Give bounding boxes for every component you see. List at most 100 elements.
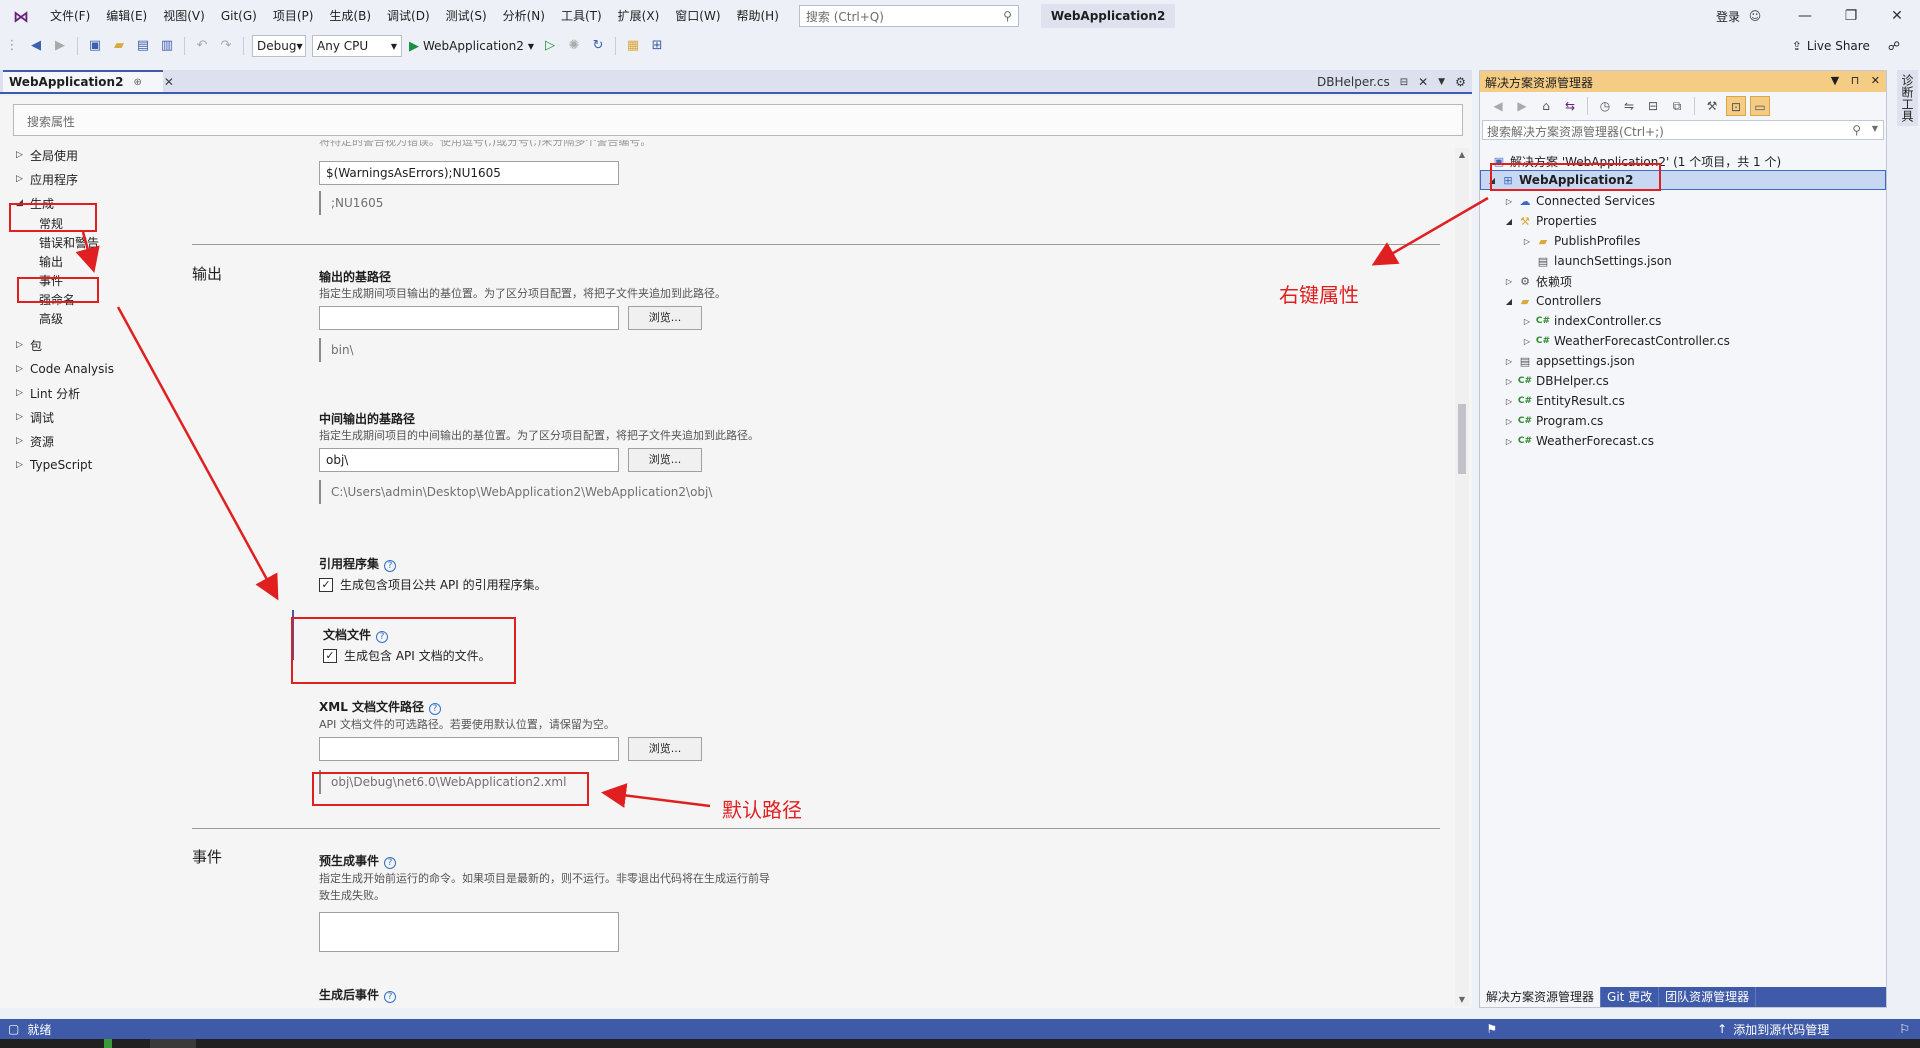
minimize-button[interactable]: — — [1782, 0, 1828, 32]
notification-bell-icon[interactable]: ⚐ — [1899, 1022, 1910, 1036]
redo-icon[interactable]: ↷ — [216, 36, 236, 56]
warnings-as-errors-input[interactable]: $(WarningsAsErrors);NU1605 — [319, 161, 619, 185]
save-all-icon[interactable]: ▥ — [157, 36, 177, 56]
menu-item[interactable]: Git(G) — [213, 0, 265, 32]
tree-item[interactable]: ◢ ⚒ Properties — [1480, 211, 1886, 231]
restore-button[interactable]: ❐ — [1828, 0, 1874, 32]
open-file-icon[interactable]: ▰ — [109, 36, 129, 56]
browse-button[interactable]: 浏览... — [628, 306, 702, 330]
tree-item[interactable]: ◢ ▰ Controllers — [1480, 291, 1886, 311]
platform-select[interactable]: Any CPU ▼ — [312, 35, 402, 57]
help-icon[interactable]: ? — [384, 991, 397, 1003]
menu-item[interactable]: 视图(V) — [155, 0, 213, 32]
menu-item[interactable]: 生成(B) — [321, 0, 379, 32]
menu-item[interactable]: 调试(D) — [379, 0, 438, 32]
xml-doc-path-input[interactable] — [319, 737, 619, 761]
properties-wrench-icon[interactable]: ⚒ — [1702, 96, 1722, 116]
menu-item[interactable]: 文件(F) — [42, 0, 98, 32]
sync-icon[interactable]: ⇋ — [1619, 96, 1639, 116]
navigate-forward-icon[interactable]: ▶ — [50, 36, 70, 56]
preview-selected-icon[interactable]: ▭ — [1750, 96, 1770, 116]
tree-item[interactable]: ▷ ▰ PublishProfiles — [1480, 231, 1886, 251]
close-window-button[interactable]: ✕ — [1874, 0, 1920, 32]
reference-assembly-checkbox-row[interactable]: ✓ 生成包含项目公共 API 的引用程序集。 — [319, 576, 547, 593]
nav-item-code-analysis[interactable]: ▷ Code Analysis — [16, 360, 114, 378]
intermediate-output-path-input[interactable]: obj\ — [319, 448, 619, 472]
live-share-button[interactable]: Live Share — [1807, 39, 1870, 53]
tab-webapplication2-properties[interactable]: WebApplication2 ⊕ ✕ — [3, 70, 174, 92]
start-without-debugging-icon[interactable]: ▷ — [540, 36, 560, 56]
tree-item[interactable]: ▷ C# indexController.cs — [1480, 311, 1886, 331]
menu-item[interactable]: 窗口(W) — [667, 0, 728, 32]
nav-subitem-advanced[interactable]: 高级 — [39, 310, 63, 328]
navigate-back-icon[interactable]: ◀ — [26, 36, 46, 56]
start-debugging-button[interactable]: ▶ WebApplication2 ▼ — [409, 39, 534, 54]
nav-subitem-errors-warnings[interactable]: 错误和警告 — [39, 234, 99, 252]
menu-item[interactable]: 编辑(E) — [98, 0, 155, 32]
nav-item-debug[interactable]: ▷ 调试 — [16, 408, 54, 426]
notifications-icon[interactable]: ⚑ — [1486, 1022, 1497, 1036]
home-icon[interactable]: ⌂ — [1536, 96, 1556, 116]
nav-subitem-output[interactable]: 输出 — [39, 253, 63, 271]
tree-item[interactable]: ▷ C# WeatherForecastController.cs — [1480, 331, 1886, 351]
browser-link-icon[interactable]: ▦ — [623, 36, 643, 56]
collapse-all-icon[interactable]: ⧉ — [1667, 96, 1687, 116]
properties-search-input[interactable]: 搜索属性 — [13, 104, 1463, 136]
tab-dropdown-icon[interactable]: ▼ — [1438, 77, 1445, 87]
menu-item[interactable]: 分析(N) — [495, 0, 553, 32]
pin-icon[interactable]: ⊓ — [1851, 74, 1860, 87]
tab-dbhelper-preview[interactable]: DBHelper.cs ⊟ ✕ ▼ ⚙ — [1312, 72, 1471, 92]
new-project-icon[interactable]: ▣ — [85, 36, 105, 56]
account-icon[interactable]: ☺ — [1746, 9, 1764, 23]
scroll-down-icon[interactable]: ▼ — [1455, 995, 1469, 1004]
tab-solution-explorer[interactable]: 解决方案资源管理器 — [1480, 987, 1602, 1007]
save-icon[interactable]: ▤ — [133, 36, 153, 56]
nav-item-typescript[interactable]: ▷ TypeScript — [16, 456, 92, 474]
window-layout-icon[interactable]: ⊞ — [647, 36, 667, 56]
menu-item[interactable]: 项目(P) — [265, 0, 322, 32]
tree-item[interactable]: ▷ C# DBHelper.cs — [1480, 371, 1886, 391]
nav-item-application[interactable]: ▷ 应用程序 — [16, 170, 78, 188]
refresh-icon[interactable]: ⊟ — [1643, 96, 1663, 116]
pin-icon[interactable]: ⊕ — [133, 77, 141, 88]
tree-item[interactable]: ▷ C# EntityResult.cs — [1480, 391, 1886, 411]
prebuild-event-input[interactable] — [319, 912, 619, 952]
solution-explorer-search-input[interactable]: 搜索解决方案资源管理器(Ctrl+;) ⚲ ▼ — [1482, 120, 1884, 140]
gear-icon[interactable]: ⚙ — [1455, 75, 1466, 89]
diagnostic-tools-tab[interactable]: 诊断工具 — [1897, 70, 1918, 126]
nav-item-resources[interactable]: ▷ 资源 — [16, 432, 54, 450]
nav-item-lint[interactable]: ▷ Lint 分析 — [16, 384, 80, 402]
configuration-select[interactable]: Debug ▼ — [252, 35, 306, 57]
tab-team-explorer[interactable]: 团队资源管理器 — [1659, 987, 1757, 1007]
menu-item[interactable]: 扩展(X) — [610, 0, 668, 32]
browse-button[interactable]: 浏览... — [628, 737, 702, 761]
close-icon[interactable]: ✕ — [164, 75, 174, 89]
close-icon[interactable]: ✕ — [1871, 74, 1880, 87]
help-icon[interactable]: ? — [429, 703, 442, 715]
tree-item[interactable]: ▤ launchSettings.json — [1480, 251, 1886, 271]
base-output-path-input[interactable] — [319, 306, 619, 330]
nav-item-global-usings[interactable]: ▷ 全局使用 — [16, 146, 78, 164]
tree-item[interactable]: ▷ ⚙ 依赖项 — [1480, 271, 1886, 291]
add-to-source-control-button[interactable]: 添加到源代码管理 — [1733, 1021, 1829, 1038]
forward-icon[interactable]: ▶ — [1512, 96, 1532, 116]
tree-item[interactable]: ▷ C# WeatherForecast.cs — [1480, 431, 1886, 451]
pin-icon[interactable]: ⊟ — [1400, 77, 1408, 88]
tree-item[interactable]: ▷ ▤ appsettings.json — [1480, 351, 1886, 371]
menu-item[interactable]: 工具(T) — [553, 0, 610, 32]
switch-views-icon[interactable]: ⇆ — [1560, 96, 1580, 116]
hot-reload-icon[interactable]: ✺ — [564, 36, 584, 56]
window-position-icon[interactable]: ▼ — [1831, 74, 1839, 87]
tree-item[interactable]: ▷ C# Program.cs — [1480, 411, 1886, 431]
refresh-icon[interactable]: ↻ — [588, 36, 608, 56]
scroll-up-icon[interactable]: ▲ — [1455, 150, 1469, 159]
menu-item[interactable]: 帮助(H) — [729, 0, 787, 32]
undo-icon[interactable]: ↶ — [192, 36, 212, 56]
menu-item[interactable]: 测试(S) — [438, 0, 495, 32]
reference-assembly-checkbox[interactable]: ✓ — [319, 577, 333, 592]
tab-git-changes[interactable]: Git 更改 — [1601, 987, 1660, 1007]
properties-scrollbar[interactable]: ▲ ▼ — [1455, 148, 1469, 1006]
pending-changes-filter-icon[interactable]: ◷ — [1595, 96, 1615, 116]
chevron-down-icon[interactable]: ▼ — [1872, 124, 1878, 133]
feedback-icon[interactable]: ☍ — [1888, 39, 1900, 53]
